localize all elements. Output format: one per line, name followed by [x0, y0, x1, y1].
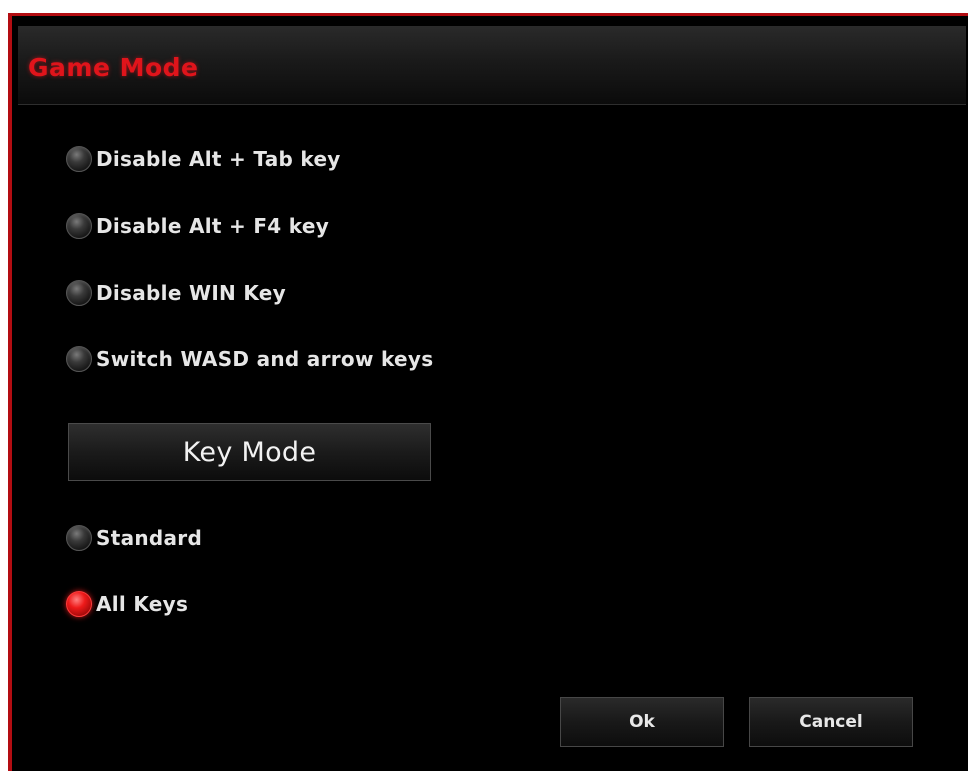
ok-button-label: Ok	[629, 712, 655, 732]
cancel-button[interactable]: Cancel	[749, 697, 913, 747]
option-label: Switch WASD and arrow keys	[96, 347, 434, 371]
cancel-button-label: Cancel	[799, 712, 863, 732]
option-label: Disable WIN Key	[96, 281, 287, 305]
option-all-keys[interactable]: All Keys	[66, 587, 188, 621]
key-mode-title: Key Mode	[182, 436, 317, 468]
radio-button-icon[interactable]	[66, 213, 92, 239]
option-label: All Keys	[96, 592, 189, 616]
radio-button-icon[interactable]	[66, 346, 92, 372]
game-mode-dialog: Game Mode Disable Alt + Tab key Disable …	[8, 13, 968, 771]
option-label: Disable Alt + F4 key	[96, 214, 330, 238]
option-label: Disable Alt + Tab key	[96, 147, 341, 171]
option-switch-wasd-arrow[interactable]: Switch WASD and arrow keys	[66, 342, 433, 376]
key-mode-header: Key Mode	[68, 423, 431, 481]
option-disable-alt-f4[interactable]: Disable Alt + F4 key	[66, 209, 329, 243]
option-disable-alt-tab[interactable]: Disable Alt + Tab key	[66, 142, 341, 176]
radio-button-selected-icon[interactable]	[66, 591, 92, 617]
option-disable-win-key[interactable]: Disable WIN Key	[66, 276, 286, 310]
radio-button-icon[interactable]	[66, 146, 92, 172]
dialog-title: Game Mode	[28, 53, 199, 82]
radio-button-icon[interactable]	[66, 525, 92, 551]
title-bar: Game Mode	[18, 26, 966, 105]
radio-button-icon[interactable]	[66, 280, 92, 306]
option-standard[interactable]: Standard	[66, 521, 202, 555]
option-label: Standard	[96, 526, 203, 550]
ok-button[interactable]: Ok	[560, 697, 724, 747]
